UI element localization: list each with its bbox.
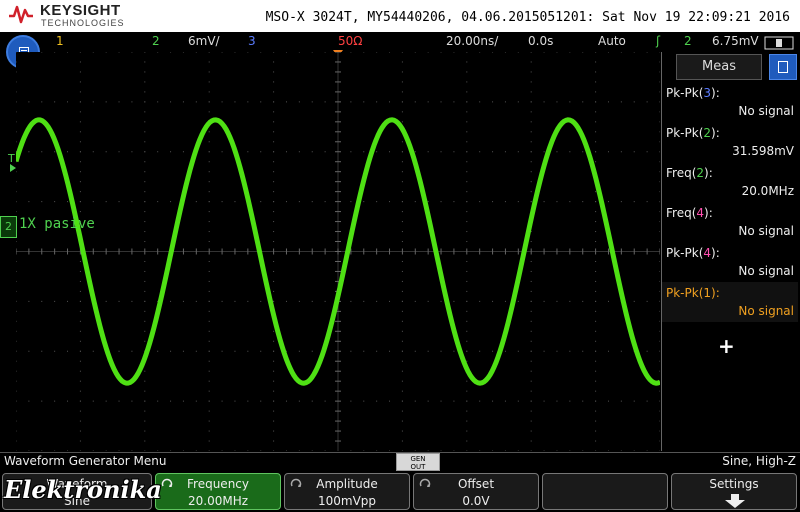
meas-label: Pk-Pk(2): — [666, 126, 720, 140]
meas-item[interactable]: Pk-Pk(3): No signal — [662, 82, 798, 122]
meas-menu-icon[interactable] — [769, 54, 797, 80]
meas-label: Pk-Pk(3): — [666, 86, 720, 100]
softkey-empty[interactable] — [542, 473, 668, 510]
meas-item-selected[interactable]: Pk-Pk(1): No signal — [662, 282, 798, 322]
meas-item[interactable]: Freq(4): No signal — [662, 202, 798, 242]
softkey-value: 20.00MHz — [187, 494, 249, 508]
channel-bar: 1 2 6mV/ 3 50Ω 20.00ns/ 0.0s Auto ʃ 2 6.… — [0, 32, 800, 52]
softkey-settings[interactable]: Settings — [671, 473, 797, 510]
horizontal-zoom-icon[interactable] — [764, 36, 794, 50]
brand-name: KEYSIGHT — [40, 2, 121, 19]
gen-out-button[interactable]: GEN OUT — [396, 453, 440, 471]
impedance-label: 50Ω — [338, 34, 363, 48]
meas-value: 20.0MHz — [741, 184, 794, 198]
softkey-value: 0.0V — [462, 494, 490, 508]
meas-label: Freq(4): — [666, 206, 713, 220]
softkey-frequency[interactable]: Frequency 20.00MHz — [155, 473, 281, 510]
ch2-ground-label: 2 — [5, 220, 12, 233]
trigger-edge-icon: ʃ — [656, 34, 661, 48]
softkey-amplitude[interactable]: Amplitude 100mVpp — [284, 473, 410, 510]
meas-tab[interactable]: Meas — [676, 54, 762, 80]
delay-label[interactable]: 0.0s — [528, 34, 553, 48]
menu-title: Waveform Generator Menu — [4, 454, 167, 468]
watermark-logo: Elektronika — [4, 475, 162, 504]
wavegen-status: Sine, High-Z — [722, 454, 796, 468]
trigger-mode[interactable]: Auto — [598, 34, 626, 48]
waveform-display[interactable] — [16, 52, 660, 451]
meas-label: Pk-Pk(1): — [666, 286, 720, 300]
meas-value: No signal — [738, 224, 794, 238]
softkey-title: Settings — [709, 477, 759, 491]
ch2-ground-marker[interactable]: 2 — [0, 216, 17, 238]
timebase-label[interactable]: 20.00ns/ — [446, 34, 498, 48]
ch2-probe-label: 1X pasive — [19, 216, 95, 232]
meas-item[interactable]: Pk-Pk(2): 31.598mV — [662, 122, 798, 162]
meas-item[interactable]: Pk-Pk(4): No signal — [662, 242, 798, 282]
meas-label: Freq(2): — [666, 166, 713, 180]
meas-value: No signal — [738, 104, 794, 118]
submenu-arrow-icon — [725, 494, 745, 508]
trigger-marker-label: T — [7, 152, 15, 165]
graticule — [16, 52, 660, 451]
ch1-label[interactable]: 1 — [56, 34, 64, 48]
ch3-label[interactable]: 3 — [248, 34, 256, 48]
meas-value: 31.598mV — [732, 144, 794, 158]
softkey-value: 100mVpp — [317, 494, 377, 508]
ch2-label[interactable]: 2 — [152, 34, 160, 48]
softkey-title: Frequency — [187, 477, 249, 491]
trigger-level[interactable]: 6.75mV — [712, 34, 759, 48]
brand-subtitle: TECHNOLOGIES — [41, 18, 125, 28]
gen-out-bottom: OUT — [410, 463, 426, 471]
meas-item[interactable]: Freq(2): 20.0MHz — [662, 162, 798, 202]
gen-out-top: GEN — [410, 455, 426, 463]
device-info: MSO-X 3024T, MY54440206, 04.06.201505120… — [265, 10, 790, 25]
meas-value: No signal — [738, 304, 794, 318]
add-measurement-button[interactable]: + — [718, 334, 735, 358]
softkey-title: Amplitude — [316, 477, 378, 491]
meas-value: No signal — [738, 264, 794, 278]
meas-label: Pk-Pk(4): — [666, 246, 720, 260]
trigger-source[interactable]: 2 — [684, 34, 692, 48]
trigger-level-marker[interactable]: T — [6, 150, 20, 174]
keysight-logo-icon — [9, 5, 33, 24]
ch2-scale[interactable]: 6mV/ — [188, 34, 220, 48]
softkey-offset[interactable]: Offset 0.0V — [413, 473, 539, 510]
softkey-title: Offset — [457, 477, 495, 491]
